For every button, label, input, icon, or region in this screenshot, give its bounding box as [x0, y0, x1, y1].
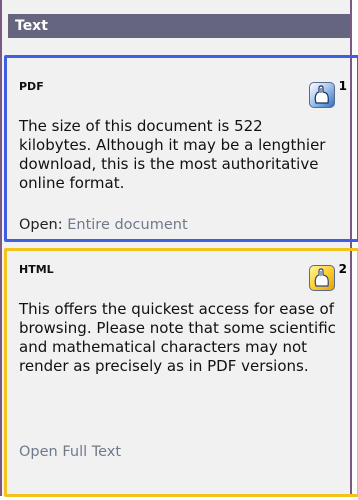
- text-format-panel: Text PDF 1 The size of this document is …: [0, 0, 358, 497]
- pdf-format-card: PDF 1 The size of this document is 522 k…: [4, 55, 358, 242]
- html-badge-number: 2: [338, 262, 347, 276]
- pdf-badge-number: 1: [338, 79, 347, 93]
- pdf-card-description: The size of this document is 522 kilobyt…: [19, 117, 326, 192]
- open-full-text-link[interactable]: Open Full Text: [19, 444, 121, 460]
- entire-document-link[interactable]: Entire document: [67, 217, 187, 233]
- mouse-click-icon: [309, 82, 335, 108]
- html-format-card: HTML 2 This offers the quickest access f…: [4, 248, 358, 497]
- pdf-open-row: Open: Entire document: [19, 217, 188, 233]
- html-open-row: Open Full Text: [19, 444, 121, 460]
- panel-heading: Text: [8, 14, 350, 38]
- html-card-title: HTML: [19, 263, 54, 276]
- html-card-description: This offers the quickest access for ease…: [19, 300, 336, 375]
- pdf-card-title: PDF: [19, 80, 44, 93]
- mouse-click-icon: [309, 265, 335, 291]
- pdf-open-label: Open:: [19, 217, 63, 233]
